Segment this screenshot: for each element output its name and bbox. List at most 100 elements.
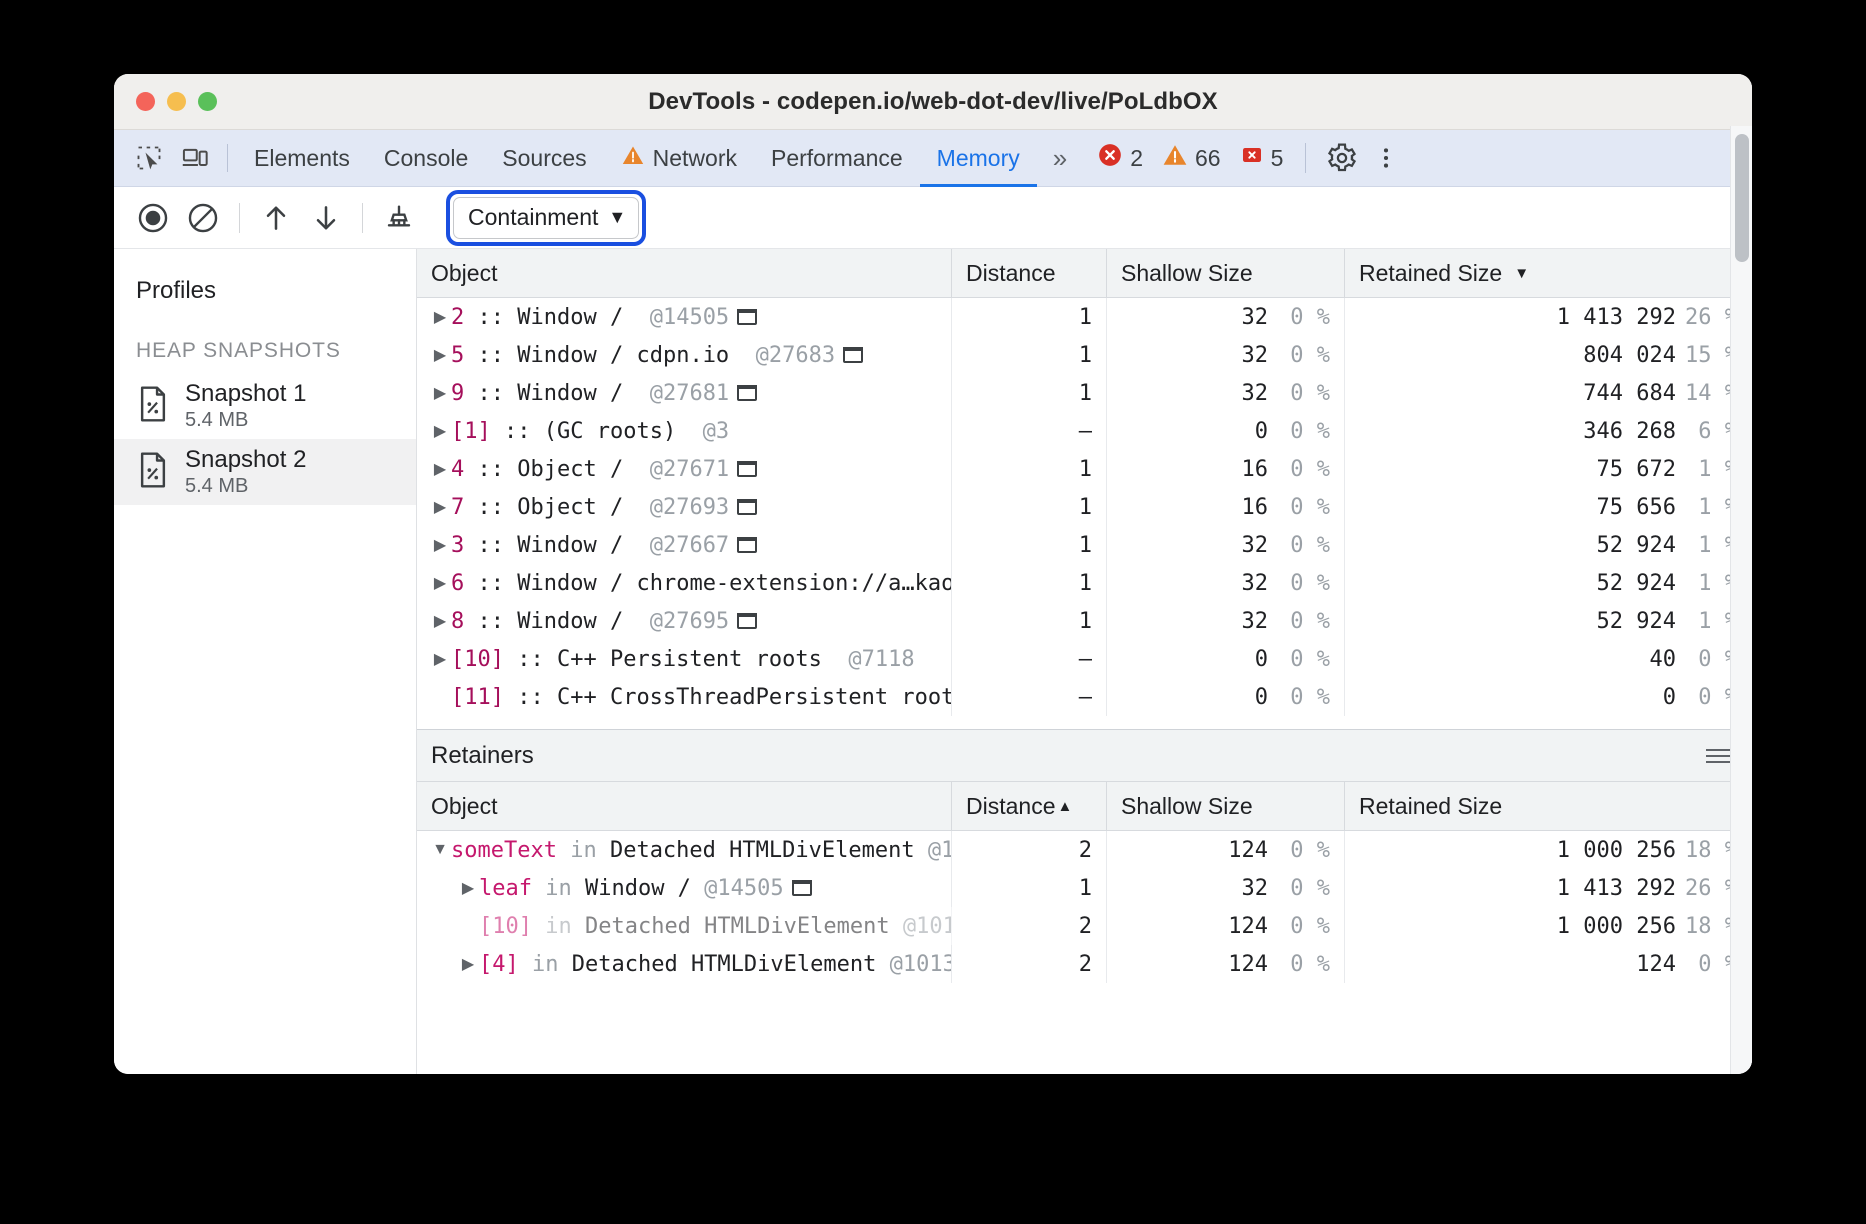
expand-triangle-icon[interactable]: ▶ <box>429 497 451 517</box>
window-titlebar: DevTools - codepen.io/web-dot-dev/live/P… <box>114 74 1752 130</box>
table-row[interactable]: ▶3 :: Window / @276671320 %52 9241 % <box>417 526 1752 564</box>
cell-retained-size: 1 413 29226 % <box>1345 298 1752 336</box>
tab-label: Sources <box>502 145 586 172</box>
inspect-element-icon[interactable] <box>126 135 172 181</box>
hamburger-menu-icon[interactable] <box>1706 749 1732 763</box>
table-row[interactable]: ▼someText in Detached HTMLDivElement @10… <box>417 831 1752 869</box>
snapshot-file-icon <box>136 451 170 494</box>
cell-retained-size: 400 % <box>1345 640 1752 678</box>
cell-object: ▶[1] :: (GC roots) @3 <box>417 412 952 450</box>
expand-triangle-icon[interactable]: ▶ <box>429 535 451 555</box>
expand-triangle-icon[interactable]: ▶ <box>457 878 479 898</box>
expand-triangle-icon[interactable]: ▶ <box>429 611 451 631</box>
table-row[interactable]: ▶7 :: Object / @276931160 %75 6561 % <box>417 488 1752 526</box>
collapse-triangle-icon[interactable]: ▼ <box>429 841 451 859</box>
expand-triangle-icon[interactable]: ▶ <box>429 307 451 327</box>
error-counter[interactable]: 2 <box>1097 142 1143 174</box>
window-object-icon <box>843 347 863 363</box>
chevron-down-icon: ▼ <box>608 207 626 228</box>
tab-performance[interactable]: Performance <box>754 130 920 187</box>
tab-sources[interactable]: Sources <box>485 130 603 187</box>
tab-memory[interactable]: Memory <box>920 130 1037 187</box>
column-header-object[interactable]: Object <box>417 782 952 830</box>
cell-shallow-size: 320 % <box>1107 602 1345 640</box>
tab-network[interactable]: Network <box>604 130 754 187</box>
cell-shallow-size: 320 % <box>1107 869 1345 907</box>
table-row[interactable]: ▶[4] in Detached HTMLDivElement @1013121… <box>417 945 1752 983</box>
record-icon[interactable] <box>128 193 178 243</box>
view-select[interactable]: Containment ▼ <box>453 197 639 239</box>
object-label: leaf in Window / @14505 <box>479 876 784 901</box>
memory-content: Object Distance Shallow Size Retained Si… <box>417 249 1752 1074</box>
row-indent-spacer: ▶ <box>429 687 451 707</box>
column-header-shallow-size[interactable]: Shallow Size <box>1107 249 1345 297</box>
expand-triangle-icon[interactable]: ▶ <box>429 383 451 403</box>
cell-retained-size: 744 68414 % <box>1345 374 1752 412</box>
collect-garbage-icon[interactable] <box>374 193 424 243</box>
more-tabs-icon[interactable]: » <box>1037 130 1083 187</box>
table-row[interactable]: ▶[10] in Detached HTMLDivElement @101321… <box>417 907 1752 945</box>
table-row[interactable]: ▶6 :: Window / chrome-extension://a…kaon… <box>417 564 1752 602</box>
object-label: someText in Detached HTMLDivElement @10 <box>451 838 952 863</box>
window-object-icon <box>737 499 757 515</box>
window-object-icon <box>737 537 757 553</box>
issue-counter[interactable]: 5 <box>1240 143 1284 173</box>
device-toolbar-icon[interactable] <box>172 135 218 181</box>
table-row[interactable]: ▶4 :: Object / @276711160 %75 6721 % <box>417 450 1752 488</box>
column-header-retained-size[interactable]: Retained Size ▼ <box>1345 249 1752 297</box>
clear-icon[interactable] <box>178 193 228 243</box>
column-header-label: Retained Size <box>1359 260 1502 287</box>
column-header-shallow-size[interactable]: Shallow Size <box>1107 782 1345 830</box>
cell-distance: – <box>952 412 1107 450</box>
table-row[interactable]: ▶[1] :: (GC roots) @3–00 %346 2686 % <box>417 412 1752 450</box>
table-row[interactable]: ▶8 :: Window / @276951320 %52 9241 % <box>417 602 1752 640</box>
expand-triangle-icon[interactable]: ▶ <box>429 345 451 365</box>
snapshot-size: 5.4 MB <box>185 475 306 497</box>
tab-console[interactable]: Console <box>367 130 485 187</box>
zoom-window-button[interactable] <box>198 92 217 111</box>
table-row[interactable]: ▶leaf in Window / @145051320 %1 413 2922… <box>417 869 1752 907</box>
column-header-distance[interactable]: Distance ▲ <box>952 782 1107 830</box>
tab-label: Elements <box>254 145 350 172</box>
toolbar-divider <box>1305 143 1306 173</box>
retainers-grid: Object Distance ▲ Shallow Size Retained … <box>417 782 1752 1074</box>
table-row[interactable]: ▶5 :: Window / cdpn.io @276831320 %804 0… <box>417 336 1752 374</box>
expand-triangle-icon[interactable]: ▶ <box>429 573 451 593</box>
kebab-menu-icon[interactable] <box>1364 136 1408 180</box>
save-profile-icon[interactable] <box>301 193 351 243</box>
column-header-object[interactable]: Object <box>417 249 952 297</box>
cell-retained-size: 00 % <box>1345 678 1752 716</box>
expand-triangle-icon[interactable]: ▶ <box>429 649 451 669</box>
retainers-scrollbar[interactable] <box>1730 126 1752 1074</box>
object-label: 4 :: Object / @27671 <box>451 457 729 482</box>
table-row[interactable]: ▶[11] :: C++ CrossThreadPersistent roots… <box>417 678 1752 716</box>
expand-triangle-icon[interactable]: ▶ <box>429 459 451 479</box>
table-row[interactable]: ▶2 :: Window / @145051320 %1 413 29226 % <box>417 298 1752 336</box>
load-profile-icon[interactable] <box>251 193 301 243</box>
column-header-retained-size[interactable]: Retained Size <box>1345 782 1752 830</box>
containment-grid-header: Object Distance Shallow Size Retained Si… <box>417 249 1752 298</box>
warning-counter[interactable]: 66 <box>1162 142 1221 174</box>
column-header-distance[interactable]: Distance <box>952 249 1107 297</box>
cell-distance: 1 <box>952 450 1107 488</box>
table-row[interactable]: ▶9 :: Window / @276811320 %744 68414 % <box>417 374 1752 412</box>
expand-triangle-icon[interactable]: ▶ <box>457 954 479 974</box>
sidebar-item-snapshot-1[interactable]: Snapshot 1 5.4 MB <box>114 373 416 439</box>
minimize-window-button[interactable] <box>167 92 186 111</box>
cell-object: ▶[10] in Detached HTMLDivElement @1013 <box>417 907 952 945</box>
sidebar-item-snapshot-2[interactable]: Snapshot 2 5.4 MB <box>114 439 416 505</box>
cell-distance: 1 <box>952 298 1107 336</box>
cell-shallow-size: 160 % <box>1107 488 1345 526</box>
table-row[interactable]: ▶[10] :: C++ Persistent roots @7118–00 %… <box>417 640 1752 678</box>
view-select-highlight: Containment ▼ <box>446 190 646 246</box>
cell-distance: 1 <box>952 564 1107 602</box>
expand-triangle-icon[interactable]: ▶ <box>429 421 451 441</box>
tab-elements[interactable]: Elements <box>237 130 367 187</box>
close-window-button[interactable] <box>136 92 155 111</box>
cell-object: ▶[10] :: C++ Persistent roots @7118 <box>417 640 952 678</box>
retainers-scrollbar-thumb[interactable] <box>1735 134 1749 262</box>
toolbar-divider <box>239 203 240 233</box>
gear-icon[interactable] <box>1320 136 1364 180</box>
containment-grid-body: ▶2 :: Window / @145051320 %1 413 29226 %… <box>417 298 1752 729</box>
window-object-icon <box>737 309 757 325</box>
